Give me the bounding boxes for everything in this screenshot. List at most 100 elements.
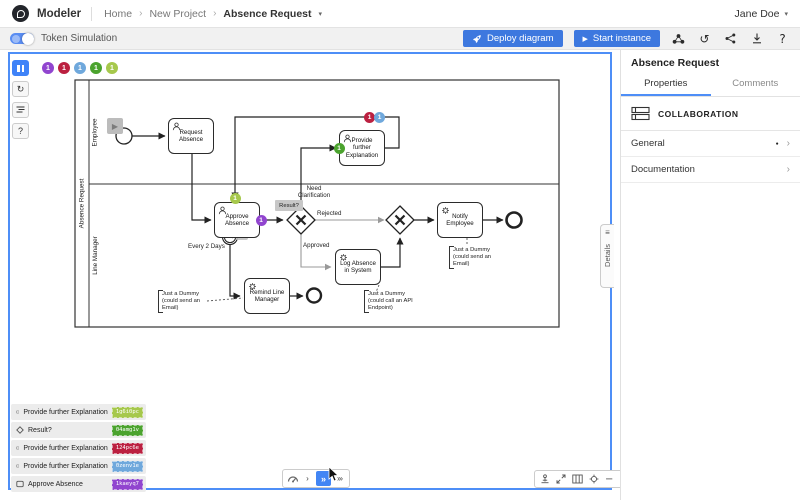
flow-approved[interactable]	[301, 234, 331, 267]
start-instance-button[interactable]: ▶ Start instance	[574, 30, 660, 47]
help-icon: ?	[779, 32, 785, 46]
export-icon	[540, 474, 550, 484]
user-icon	[172, 122, 181, 131]
mouse-cursor	[328, 467, 340, 483]
token-counter[interactable]: 1	[106, 62, 118, 74]
chevron-down-icon[interactable]: ▾	[784, 10, 788, 18]
export-button[interactable]	[540, 474, 550, 484]
speed-slow-button[interactable]: ›	[301, 471, 314, 486]
task-request-absence[interactable]: Request Absence	[168, 118, 214, 154]
panel-row-documentation[interactable]: Documentation ›	[621, 157, 800, 183]
breadcrumb: Home › New Project › Absence Request ▾	[104, 8, 322, 20]
log-entry[interactable]: Provide further Explanation 0zenv1e	[11, 458, 146, 474]
simulation-start-overlay[interactable]: ▶	[107, 118, 123, 134]
panel-row-general[interactable]: General ● ›	[621, 131, 800, 157]
lane-label-line-manager: Line Manager	[89, 184, 101, 327]
panel-title: Absence Request	[621, 50, 800, 74]
end-event-remind[interactable]	[307, 289, 321, 303]
task-icon	[16, 480, 24, 488]
play-icon: ▶	[112, 122, 118, 131]
share-button[interactable]	[723, 31, 738, 47]
deploy-diagram-button[interactable]: Deploy diagram	[463, 30, 563, 47]
details-tab[interactable]: ≡ Details	[600, 224, 614, 288]
breadcrumb-current[interactable]: Absence Request	[223, 8, 311, 20]
download-button[interactable]	[749, 31, 764, 47]
speed-menu-button[interactable]	[286, 471, 299, 486]
task-icon	[16, 444, 19, 452]
lane-label-employee: Employee	[89, 80, 101, 184]
task-label: Request Absence	[171, 129, 211, 143]
token-badge-approve-top: 1	[230, 193, 241, 204]
flow-logsys-gateway[interactable]	[381, 238, 400, 267]
token-counter[interactable]: 1	[42, 62, 54, 74]
breadcrumb-home[interactable]: Home	[104, 8, 132, 20]
reset-zoom-button[interactable]	[589, 474, 599, 484]
task-provide-further-explanation[interactable]: Provide further Explanation	[339, 130, 385, 166]
annotation-logsys[interactable]: Just a Dummy (could call an API Endpoint…	[364, 290, 416, 313]
help-button[interactable]: ?	[775, 31, 790, 47]
zoom-out-button[interactable]: −	[605, 474, 613, 485]
task-label: Log Absence in System	[338, 260, 378, 274]
annotation-remind[interactable]: Just a Dummy (could send an Email)	[158, 290, 206, 313]
gear-icon	[339, 253, 348, 262]
modified-dot: ●	[776, 141, 779, 147]
scope-badge: 0zenv1e	[112, 461, 143, 472]
divider	[91, 7, 92, 21]
token-simulation-toggle[interactable]	[10, 33, 34, 44]
tab-comments[interactable]: Comments	[711, 74, 800, 96]
task-notify-employee[interactable]: Notify Employee	[437, 202, 483, 238]
flow-request-approve[interactable]	[192, 154, 211, 220]
scope-badge: 1g6i0pc	[112, 407, 143, 418]
gateway-icon	[16, 426, 24, 434]
gateway-merge[interactable]	[386, 206, 414, 234]
breadcrumb-separator: ›	[213, 8, 216, 19]
user-menu[interactable]: Jane Doe	[735, 8, 780, 20]
annotation-notify[interactable]: Just a Dummy (could send an Email)	[449, 246, 497, 269]
reset-icon: ↻	[17, 84, 25, 95]
token-counter[interactable]: 1	[74, 62, 86, 74]
task-approve-absence[interactable]: Approve Absence	[214, 202, 260, 238]
scope-badge: 124pc6e	[112, 443, 143, 454]
log-entry[interactable]: Provide further Explanation 1g6i0pc	[11, 404, 146, 420]
token-counter[interactable]: 1	[58, 62, 70, 74]
flow-label-every-2-days: Every 2 Days	[188, 243, 225, 250]
task-remind-line-manager[interactable]: Remind Line Manager	[244, 278, 290, 314]
breadcrumb-separator: ›	[139, 8, 142, 19]
token-counter[interactable]: 1	[90, 62, 102, 74]
log-entry[interactable]: Result? 04amg1v	[11, 422, 146, 438]
panel-tabs: Properties Comments	[621, 74, 800, 97]
modeler-logo	[12, 5, 29, 22]
end-event-main[interactable]	[507, 213, 522, 228]
breadcrumb-project[interactable]: New Project	[149, 8, 206, 20]
flow-timer-remind[interactable]	[230, 245, 240, 296]
play-icon: ▶	[583, 35, 588, 43]
user-icon	[218, 206, 227, 215]
simulation-controls: ↻ ?	[12, 60, 29, 139]
reset-simulation-button[interactable]: ↻	[12, 81, 29, 97]
fit-viewport-button[interactable]	[556, 474, 566, 484]
rocket-icon	[472, 34, 482, 44]
task-label: Remind Line Manager	[247, 289, 287, 303]
simulation-log: Provide further Explanation 1g6i0pc Resu…	[11, 404, 146, 492]
version-history-button[interactable]: ↺	[697, 31, 712, 47]
log-entry[interactable]: Approve Absence 1kaeyq7	[11, 476, 146, 492]
diagram-canvas[interactable]: Absence Request Employee Line Manager ▶ …	[8, 52, 612, 490]
pause-icon	[17, 65, 23, 72]
tab-properties[interactable]: Properties	[621, 74, 711, 96]
simulation-help-button[interactable]: ?	[12, 123, 29, 139]
history-icon: ↺	[699, 32, 709, 46]
chevron-right-icon: ›	[787, 138, 790, 149]
collaborators-button[interactable]	[671, 31, 686, 47]
minimap-button[interactable]	[572, 474, 583, 484]
pause-simulation-button[interactable]	[12, 60, 29, 76]
simulation-log-button[interactable]	[12, 102, 29, 118]
token-badge-approve-right: 1	[256, 215, 267, 226]
scope-badge: 1kaeyq7	[112, 479, 143, 490]
log-entry[interactable]: Provide further Explanation 124pc6e	[11, 440, 146, 456]
task-log-absence-in-system[interactable]: Log Absence in System	[335, 249, 381, 285]
speedometer-icon	[287, 473, 299, 485]
share-icon	[725, 33, 736, 44]
token-badge-flow-blue: 1	[374, 112, 385, 123]
help-icon: ?	[18, 126, 23, 136]
chevron-down-icon[interactable]: ▾	[319, 10, 323, 18]
